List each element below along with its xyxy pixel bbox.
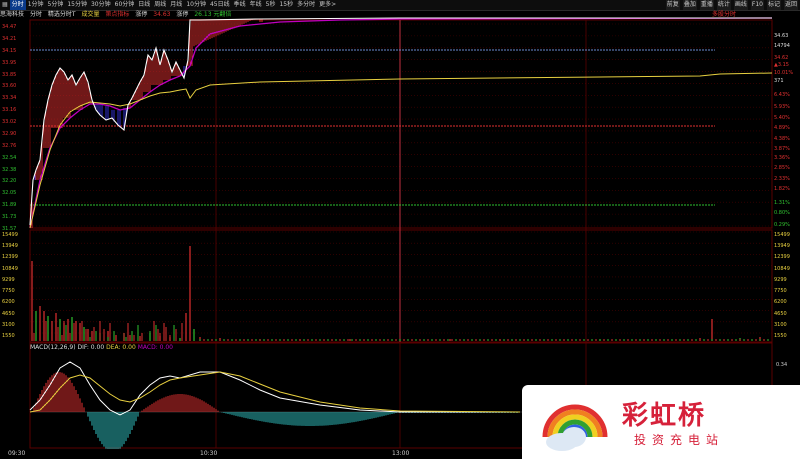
price-label: 32.38 [2, 167, 16, 173]
volume-label: 1550 [2, 333, 15, 339]
volume-label: 3100 [2, 322, 15, 328]
time-label: 13:00 [392, 449, 409, 459]
time-label: 09:30 [8, 449, 25, 459]
volume-label: 12399 [2, 254, 18, 260]
volume-label: 15499 [2, 232, 18, 238]
price-label: 32.90 [2, 131, 16, 137]
price-panel-frame [30, 20, 772, 228]
price-label: 33.60 [2, 83, 16, 89]
volume-label: 4650 [774, 311, 787, 317]
volume-label: 12399 [774, 254, 790, 260]
volume-label: 13949 [2, 243, 18, 249]
volume-panel-frame [30, 230, 772, 342]
price-label: 33.34 [2, 95, 16, 101]
volume-label: 9299 [774, 277, 787, 283]
price-label: 34.21 [2, 36, 16, 42]
volume-label: 10849 [774, 266, 790, 272]
pct-label: 3.36% [774, 155, 790, 161]
pct-label: 4.38% [774, 136, 790, 142]
price-line [30, 18, 772, 225]
price-label: 34.47 [2, 24, 16, 30]
volume-label: 3100 [774, 322, 787, 328]
volume-label: 4650 [2, 311, 15, 317]
price-label: 31.73 [2, 214, 16, 220]
pct-label: 6.43% [774, 92, 790, 98]
price-label: 31.89 [2, 202, 16, 208]
dea-line [30, 372, 520, 412]
volume-label: 7750 [774, 288, 787, 294]
macd-val: MACD: 0.00 [138, 344, 173, 351]
volume-label: 6200 [774, 299, 787, 305]
time-label: 10:30 [200, 449, 217, 459]
price-label: 34.15 [2, 48, 16, 54]
pct-label: 5.40% [774, 115, 790, 121]
pct-label: 2.33% [774, 176, 790, 182]
price-label: 33.95 [2, 60, 16, 66]
pct-label: 14794 [774, 43, 790, 49]
pct-label: 2.85% [774, 165, 790, 171]
pct-label: 371 [774, 78, 784, 84]
volume-label: 1550 [774, 333, 787, 339]
pct-label: 0.29% [774, 222, 790, 228]
watermark-logo: 彩虹桥 投资充电站 [522, 385, 800, 459]
price-label: 32.76 [2, 143, 16, 149]
pct-label: 0.80% [774, 210, 790, 216]
logo-text: 彩虹桥 [622, 395, 706, 432]
pct-label: 1.82% [774, 186, 790, 192]
price-label: 33.85 [2, 72, 16, 78]
price-label: 32.54 [2, 155, 16, 161]
logo-subtext: 投资充电站 [634, 431, 724, 448]
volume-label: 15499 [774, 232, 790, 238]
volume-label: 7750 [2, 288, 15, 294]
macd-header: MACD(12,26,9) DIF: 0.00 DEA: 0.00 MACD: … [30, 343, 430, 353]
pct-label: 1.31% [774, 200, 790, 206]
volume-label: 13949 [774, 243, 790, 249]
rainbow-cloud-icon [530, 387, 620, 457]
volume-label: 9299 [2, 277, 15, 283]
price-label: 33.16 [2, 107, 16, 113]
price-label: 32.20 [2, 178, 16, 184]
price-label: 33.02 [2, 119, 16, 125]
pct-label: 4.89% [774, 125, 790, 131]
macd-dea: DEA: 0.00 [106, 344, 136, 351]
pct-label: 34.63 [774, 33, 788, 39]
pct-label: 3.87% [774, 146, 790, 152]
pct-label: 34.62 [774, 55, 788, 61]
macd-name: MACD(12,26,9) [30, 344, 76, 351]
macd-scale: 0.34 [776, 362, 787, 368]
pct-label: 10.01% [774, 70, 793, 76]
volume-label: 6200 [2, 299, 15, 305]
price-label: 32.05 [2, 190, 16, 196]
pct-label: ▲3.15 [774, 62, 789, 68]
volume-label: 10849 [2, 266, 18, 272]
pct-label: 5.93% [774, 104, 790, 110]
macd-dif: DIF: 0.00 [78, 344, 105, 351]
